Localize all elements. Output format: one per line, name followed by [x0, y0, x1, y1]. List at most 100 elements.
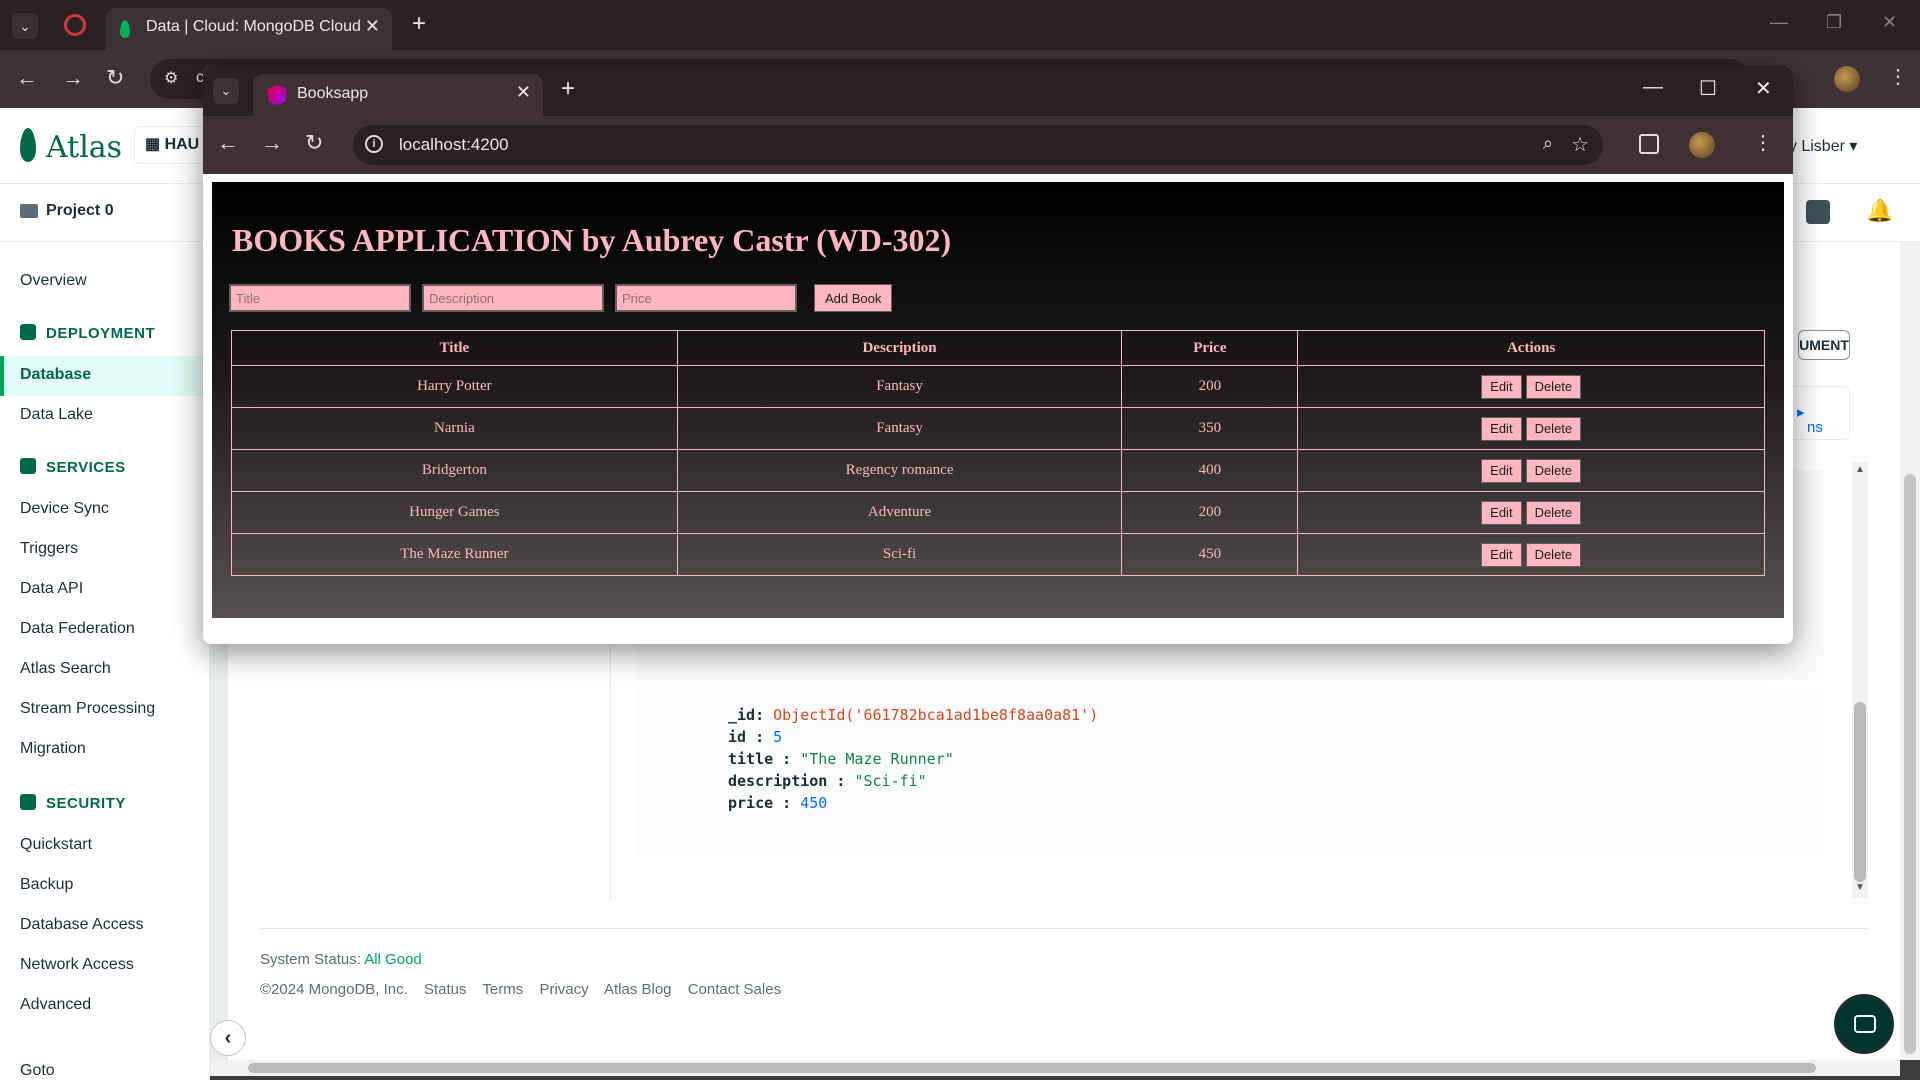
column-header-price: Price	[1121, 330, 1299, 366]
restore-icon[interactable]: ❐	[1826, 12, 1842, 33]
add-book-button[interactable]: Add Book	[814, 284, 893, 312]
price-input[interactable]	[615, 284, 797, 312]
sidebar-item-data-federation[interactable]: Data Federation	[20, 620, 135, 638]
site-info-icon[interactable]: i	[365, 135, 383, 153]
close-tab-icon[interactable]: ✕	[516, 82, 531, 103]
atlas-logo[interactable]: Atlas	[46, 130, 122, 165]
sidebar-item-quickstart[interactable]: Quickstart	[20, 836, 92, 854]
foreground-tab-strip: ⌄ Booksapp ✕ + — ☐ ✕	[203, 66, 1793, 116]
project-selector[interactable]: Project 0	[20, 202, 114, 220]
edit-button[interactable]: Edit	[1481, 542, 1522, 567]
close-tab-icon[interactable]: ✕	[365, 16, 380, 37]
zoom-icon[interactable]: ⌕	[1543, 133, 1553, 154]
access-manager-icon[interactable]	[1806, 200, 1830, 224]
options-link-card[interactable]: ns ▸	[1786, 386, 1850, 440]
minimize-icon[interactable]: —	[1643, 76, 1663, 99]
table-row: The Maze Runner Sci-fi 450 Edit Delete	[231, 533, 1765, 576]
sidebar-item-stream-processing[interactable]: Stream Processing	[20, 700, 155, 718]
maximize-icon[interactable]: ☐	[1699, 76, 1717, 101]
documents-scrollbar[interactable]: ▲ ▼	[1852, 462, 1868, 898]
tab-search-chevron-icon[interactable]: ⌄	[12, 13, 38, 39]
page-scrollbar-thumb[interactable]	[1904, 474, 1916, 1054]
bell-icon[interactable]: 🔔	[1866, 198, 1893, 224]
sidebar-item-atlas-search[interactable]: Atlas Search	[20, 660, 111, 678]
collapse-sidebar-button[interactable]: ‹	[210, 1020, 246, 1056]
footer-link-contact-sales[interactable]: Contact Sales	[688, 981, 781, 998]
status-good-link[interactable]: All Good	[364, 951, 422, 968]
options-link[interactable]: ns ▸	[1797, 403, 1823, 436]
sidebar-item-database-access[interactable]: Database Access	[20, 916, 144, 934]
insert-document-button[interactable]: UMENT	[1798, 330, 1850, 360]
delete-button[interactable]: Delete	[1525, 416, 1582, 441]
close-window-icon[interactable]: ✕	[1882, 12, 1897, 33]
delete-button[interactable]: Delete	[1525, 374, 1582, 399]
delete-button[interactable]: Delete	[1525, 458, 1582, 483]
sidebar-item-triggers[interactable]: Triggers	[20, 540, 78, 558]
documents-scrollbar-thumb[interactable]	[1854, 702, 1866, 882]
profile-avatar[interactable]	[1834, 66, 1860, 92]
inactive-tab-favicon-icon[interactable]	[64, 14, 86, 36]
sidebar-item-backup[interactable]: Backup	[20, 876, 73, 894]
extensions-puzzle-icon[interactable]	[1639, 134, 1659, 154]
sidebar-item-device-sync[interactable]: Device Sync	[20, 500, 109, 518]
tab-mongodb-cloud[interactable]: Data | Cloud: MongoDB Cloud ✕	[106, 8, 392, 50]
sidebar-item-goto[interactable]: Goto	[20, 1062, 55, 1080]
book-price: 450	[1121, 533, 1299, 576]
forward-arrow-icon[interactable]: →	[62, 65, 84, 91]
url-text[interactable]: localhost:4200	[399, 135, 509, 155]
chat-support-button[interactable]	[1834, 994, 1894, 1054]
back-arrow-icon[interactable]: ←	[217, 130, 239, 156]
table-row: Bridgerton Regency romance 400 Edit Delet…	[231, 449, 1765, 492]
reload-icon[interactable]: ↻	[305, 130, 323, 156]
caret-down-icon: ▾	[1849, 138, 1858, 155]
horizontal-scrollbar-thumb[interactable]	[248, 1063, 1816, 1073]
doc-field-id: _id: ObjectId('661782bca1ad1be8f8aa0a81'…	[728, 706, 1099, 724]
delete-button[interactable]: Delete	[1525, 542, 1582, 567]
close-window-icon[interactable]: ✕	[1755, 76, 1772, 101]
reload-icon[interactable]: ↻	[106, 65, 124, 91]
footer-link-terms[interactable]: Terms	[482, 981, 523, 998]
title-input[interactable]	[229, 284, 411, 312]
organization-selector[interactable]: ▦ HAU	[134, 126, 211, 164]
sidebar-item-data-api[interactable]: Data API	[20, 580, 83, 598]
footer-link-status[interactable]: Status	[424, 981, 467, 998]
description-input[interactable]	[422, 284, 604, 312]
sidebar-item-migration[interactable]: Migration	[20, 740, 86, 758]
footer-link-atlas-blog[interactable]: Atlas Blog	[604, 981, 672, 998]
horizontal-scrollbar[interactable]	[210, 1060, 1900, 1076]
address-bar[interactable]: i localhost:4200 ⌕ ☆	[353, 125, 1603, 165]
sidebar-item-overview[interactable]: Overview	[20, 272, 87, 290]
forward-arrow-icon[interactable]: →	[261, 130, 283, 156]
sidebar-item-network-access[interactable]: Network Access	[20, 956, 134, 974]
sidebar-item-database[interactable]: Database	[20, 366, 91, 384]
footer-divider	[260, 928, 1868, 929]
column-header-actions: Actions	[1297, 330, 1765, 366]
site-settings-icon[interactable]: ⚙	[164, 68, 178, 88]
back-arrow-icon[interactable]: ←	[16, 65, 38, 91]
book-actions: Edit Delete	[1297, 491, 1765, 534]
scroll-up-icon[interactable]: ▲	[1855, 464, 1865, 475]
page-scrollbar[interactable]	[1900, 242, 1920, 1060]
tab-booksapp[interactable]: Booksapp ✕	[253, 74, 543, 116]
scroll-down-icon[interactable]: ▼	[1855, 882, 1865, 893]
sidebar-item-advanced[interactable]: Advanced	[20, 996, 91, 1014]
bookmark-star-icon[interactable]: ☆	[1571, 132, 1589, 157]
sidebar-header-deployment: DEPLOYMENT	[20, 324, 155, 342]
profile-avatar[interactable]	[1689, 132, 1715, 158]
book-description: Sci-fi	[676, 533, 1123, 576]
angular-logo-icon	[267, 85, 287, 105]
minimize-icon[interactable]: —	[1770, 12, 1788, 33]
browser-menu-icon[interactable]: ⋮	[1753, 130, 1773, 155]
edit-button[interactable]: Edit	[1481, 458, 1522, 483]
book-description: Fantasy	[676, 365, 1123, 408]
edit-button[interactable]: Edit	[1481, 500, 1522, 525]
browser-menu-icon[interactable]: ⋮	[1888, 64, 1908, 89]
delete-button[interactable]: Delete	[1525, 500, 1582, 525]
new-tab-button[interactable]: +	[412, 10, 426, 38]
footer-link-privacy[interactable]: Privacy	[539, 981, 588, 998]
tab-search-chevron-icon[interactable]: ⌄	[213, 78, 239, 104]
sidebar-item-data-lake[interactable]: Data Lake	[20, 406, 93, 424]
edit-button[interactable]: Edit	[1481, 374, 1522, 399]
edit-button[interactable]: Edit	[1481, 416, 1522, 441]
new-tab-button[interactable]: +	[561, 75, 575, 103]
